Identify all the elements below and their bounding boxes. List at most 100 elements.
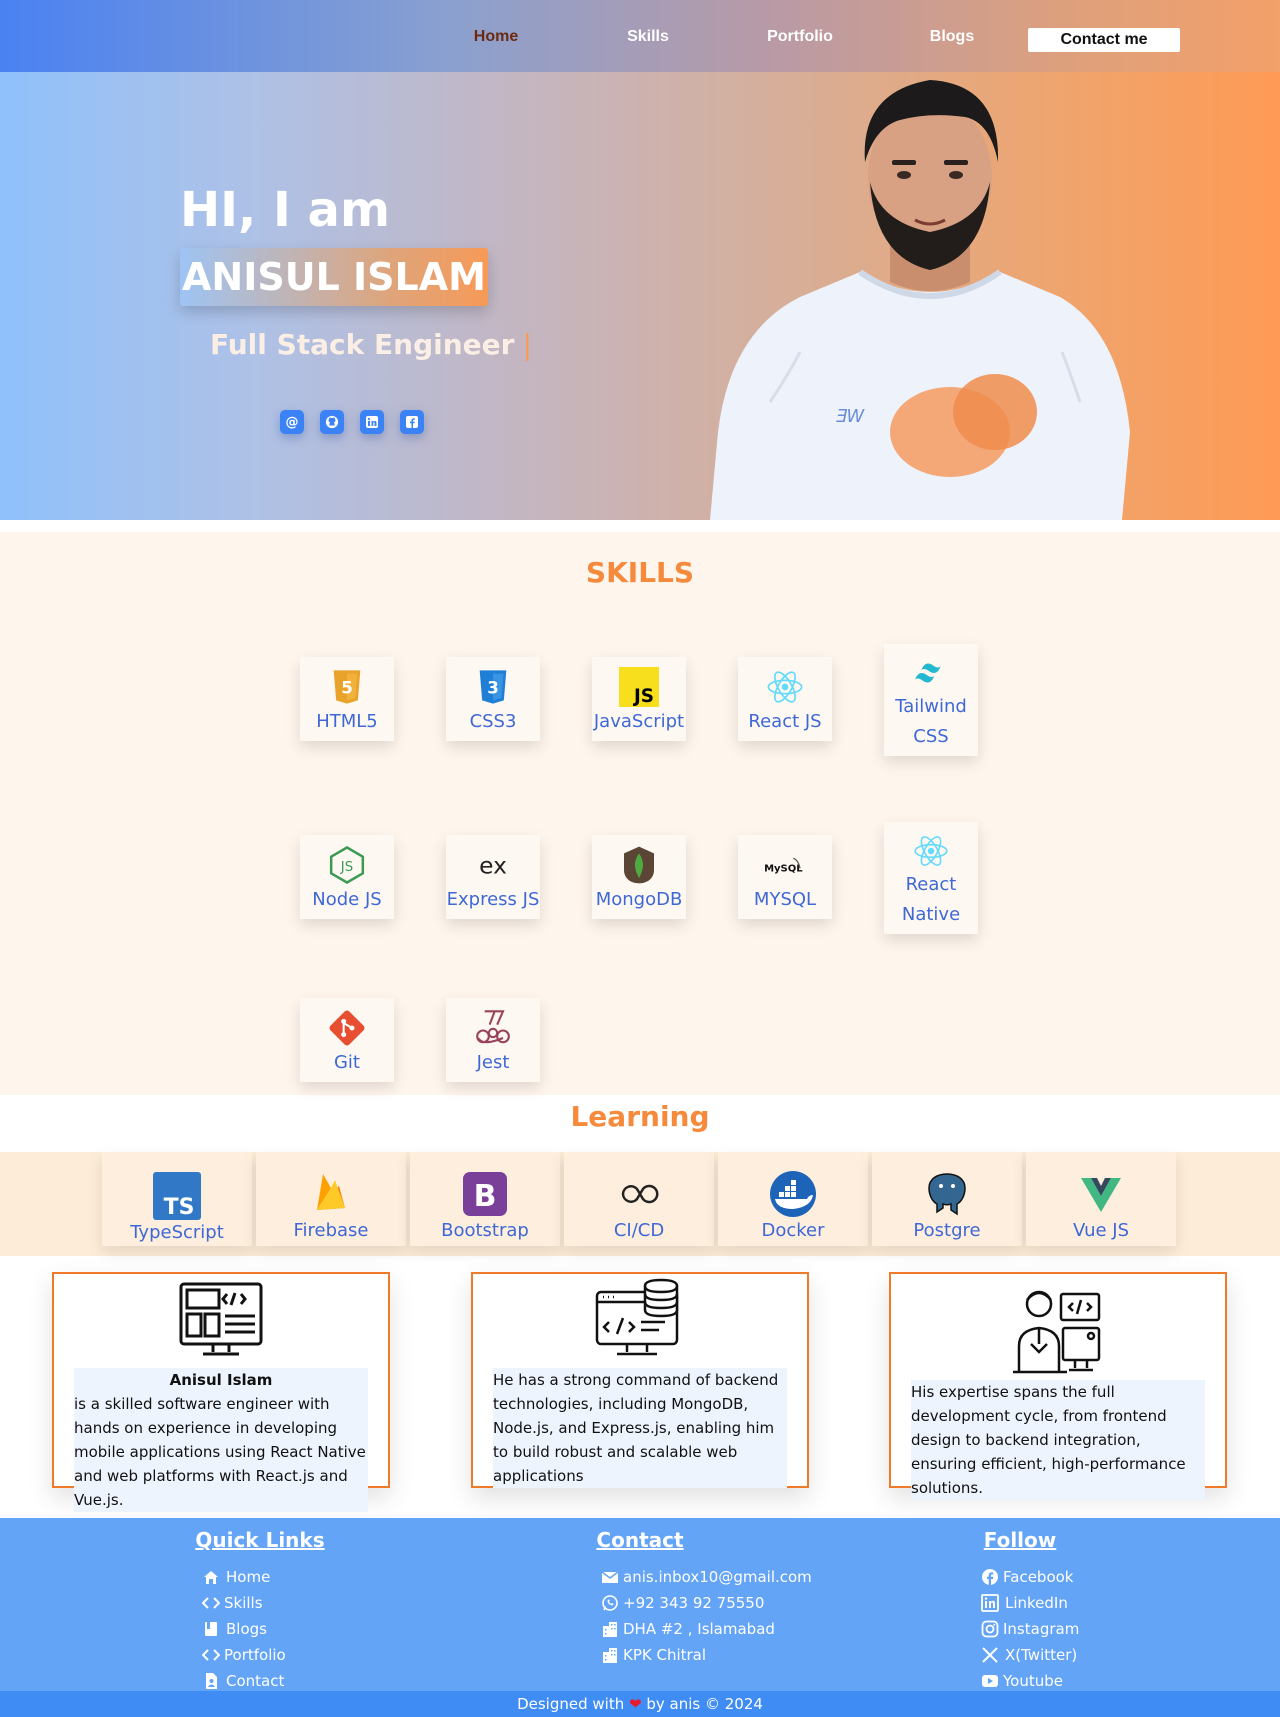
skill-nodejs[interactable]: JS Node JS bbox=[300, 835, 394, 919]
svg-text:ƎW: ƎW bbox=[835, 406, 865, 427]
jest-icon bbox=[476, 1010, 510, 1044]
git-icon bbox=[329, 1010, 365, 1046]
svg-text:3: 3 bbox=[487, 679, 499, 698]
skill-label: React Native bbox=[901, 874, 961, 925]
follow-label: Facebook bbox=[1003, 1568, 1074, 1586]
nav-home[interactable]: Home bbox=[441, 28, 551, 46]
contact-label: DHA #2 , Islamabad bbox=[623, 1620, 775, 1638]
whatsapp-icon bbox=[602, 1595, 618, 1611]
learn-label: Bootstrap bbox=[441, 1220, 529, 1241]
profile-photo: ƎW bbox=[710, 80, 1130, 520]
follow-label: X(Twitter) bbox=[1005, 1646, 1078, 1664]
learn-postgre[interactable]: Postgre bbox=[872, 1152, 1022, 1246]
footer: Quick Links Contact Follow Home Skills B… bbox=[0, 1518, 1280, 1717]
bootstrap-icon: B bbox=[463, 1172, 507, 1216]
skill-label: MongoDB bbox=[595, 889, 683, 910]
skill-express[interactable]: ex Express JS bbox=[446, 835, 540, 919]
skill-label: JavaScript bbox=[593, 711, 685, 732]
contact-card-icon bbox=[206, 1673, 217, 1689]
hero-role: Full Stack Engineer | bbox=[210, 328, 532, 361]
building-icon bbox=[603, 1648, 617, 1663]
quick-link-skills[interactable]: Skills bbox=[202, 1590, 286, 1616]
learn-firebase[interactable]: Firebase bbox=[256, 1152, 406, 1246]
code-icon bbox=[202, 1597, 220, 1609]
linkedin-icon[interactable] bbox=[360, 410, 384, 434]
contact-label: anis.inbox10@gmail.com bbox=[623, 1568, 812, 1586]
contact-email[interactable]: anis.inbox10@gmail.com bbox=[601, 1564, 812, 1590]
skill-javascript[interactable]: JS JavaScript bbox=[592, 657, 686, 741]
skill-css3[interactable]: 3 CSS3 bbox=[446, 657, 540, 741]
skill-label: HTML5 bbox=[316, 711, 378, 732]
skill-react[interactable]: React JS bbox=[738, 657, 832, 741]
follow-instagram[interactable]: Instagram bbox=[981, 1616, 1079, 1642]
skill-label: Jest bbox=[476, 1052, 510, 1073]
credits-prefix: Designed with bbox=[517, 1695, 625, 1713]
developer-icon bbox=[1013, 1290, 1101, 1374]
follow-title: Follow bbox=[983, 1528, 1057, 1552]
social-links: @ bbox=[280, 410, 424, 434]
skill-label: Express JS bbox=[446, 889, 540, 910]
learn-docker[interactable]: Docker bbox=[718, 1152, 868, 1246]
svg-text:MySQL: MySQL bbox=[764, 864, 803, 875]
mongodb-icon bbox=[624, 846, 654, 884]
svg-text:TS: TS bbox=[164, 1195, 195, 1220]
skill-mysql[interactable]: MySQL MYSQL bbox=[738, 835, 832, 919]
contact-me-button[interactable]: Contact me bbox=[1028, 28, 1180, 52]
learn-label: Docker bbox=[761, 1220, 825, 1241]
github-icon[interactable] bbox=[320, 410, 344, 434]
svg-text:5: 5 bbox=[341, 679, 353, 698]
skills-title: SKILLS bbox=[585, 556, 695, 589]
react-icon bbox=[767, 671, 803, 703]
vuejs-icon bbox=[1081, 1178, 1121, 1212]
learn-typescript[interactable]: TS TypeScript bbox=[102, 1152, 252, 1246]
skill-html5[interactable]: 5 HTML5 bbox=[300, 657, 394, 741]
svg-text:B: B bbox=[474, 1179, 497, 1214]
quick-link-label: Contact bbox=[226, 1672, 285, 1690]
instagram-icon bbox=[981, 1620, 999, 1638]
svg-text:ex: ex bbox=[479, 851, 507, 879]
contact-label: KPK Chitral bbox=[623, 1646, 707, 1664]
skill-mongodb[interactable]: MongoDB bbox=[592, 835, 686, 919]
quick-links-title: Quick Links bbox=[195, 1528, 325, 1552]
follow-twitter[interactable]: X(Twitter) bbox=[981, 1642, 1079, 1668]
learn-label: Postgre bbox=[913, 1220, 981, 1241]
about-text-1: Anisul Islam is a skilled software engin… bbox=[74, 1368, 368, 1512]
nav-skills[interactable]: Skills bbox=[593, 28, 703, 46]
skill-label: Git bbox=[333, 1052, 360, 1073]
facebook-icon[interactable] bbox=[400, 410, 424, 434]
learn-cicd[interactable]: CI/CD bbox=[564, 1152, 714, 1246]
learn-vue[interactable]: Vue JS bbox=[1026, 1152, 1176, 1246]
hero-section: HI, I am ANISUL ISLAM Full Stack Enginee… bbox=[0, 72, 1280, 520]
follow-facebook[interactable]: Facebook bbox=[981, 1564, 1079, 1590]
css3-icon: 3 bbox=[479, 670, 507, 704]
follow-linkedin[interactable]: LinkedIn bbox=[981, 1590, 1079, 1616]
contact-label: +92 343 92 75550 bbox=[623, 1594, 765, 1612]
skill-tailwind[interactable]: Tailwind CSS bbox=[884, 644, 978, 756]
skill-git[interactable]: Git bbox=[300, 998, 394, 1082]
learn-bootstrap[interactable]: B Bootstrap bbox=[410, 1152, 560, 1246]
typing-caret: | bbox=[522, 328, 532, 361]
book-icon bbox=[205, 1622, 217, 1636]
contact-address-1: DHA #2 , Islamabad bbox=[601, 1616, 812, 1642]
quick-link-label: Skills bbox=[224, 1594, 263, 1612]
quick-link-portfolio[interactable]: Portfolio bbox=[202, 1642, 286, 1668]
quick-link-label: Home bbox=[226, 1568, 271, 1586]
about-card-1: Anisul Islam is a skilled software engin… bbox=[52, 1272, 390, 1512]
facebook-icon bbox=[982, 1569, 998, 1585]
svg-text:JS: JS bbox=[632, 686, 654, 707]
quick-link-home[interactable]: Home bbox=[202, 1564, 286, 1590]
skill-jest[interactable]: Jest bbox=[446, 998, 540, 1082]
about-text-1-body: is a skilled software engineer with hand… bbox=[74, 1395, 366, 1509]
docker-icon bbox=[770, 1171, 816, 1217]
hero-name-badge: ANISUL ISLAM bbox=[180, 248, 488, 306]
express-icon: ex bbox=[479, 851, 507, 879]
building-icon bbox=[603, 1622, 617, 1637]
home-icon bbox=[204, 1571, 218, 1584]
firebase-icon bbox=[317, 1174, 345, 1210]
quick-link-blogs[interactable]: Blogs bbox=[202, 1616, 286, 1642]
nav-blogs[interactable]: Blogs bbox=[897, 28, 1007, 46]
nav-portfolio[interactable]: Portfolio bbox=[745, 28, 855, 46]
email-icon[interactable]: @ bbox=[280, 410, 304, 434]
contact-phone[interactable]: +92 343 92 75550 bbox=[601, 1590, 812, 1616]
skill-react-native[interactable]: React Native bbox=[884, 822, 978, 934]
